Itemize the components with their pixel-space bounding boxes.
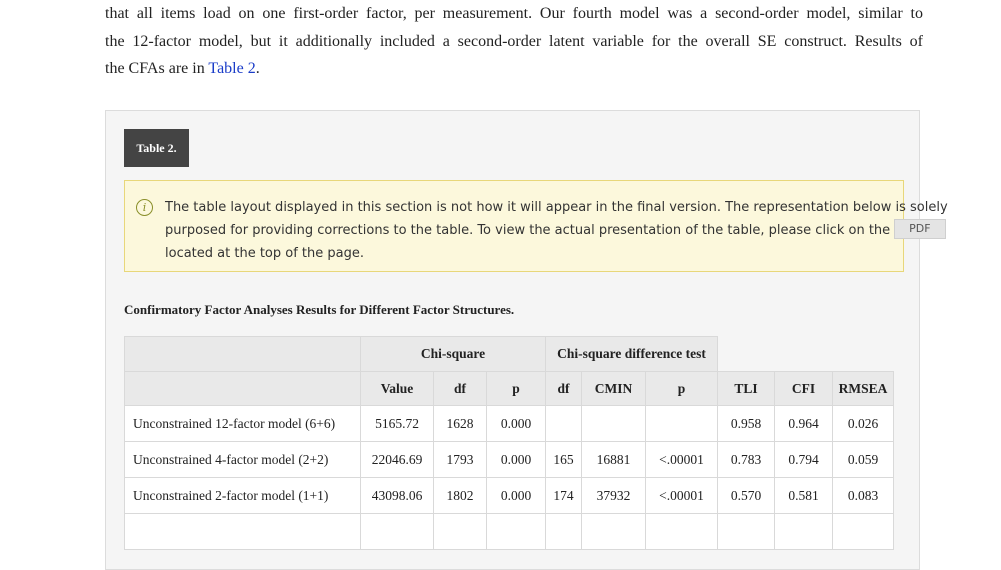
header-label-col xyxy=(124,371,361,406)
table-cell xyxy=(774,513,833,550)
info-icon: i xyxy=(136,199,153,216)
table-row: Unconstrained 4-factor model (2+2) 22046… xyxy=(124,441,894,478)
table-row: Unconstrained 2-factor model (1+1) 43098… xyxy=(124,477,894,514)
header-corner xyxy=(124,336,361,372)
table-cell xyxy=(360,513,434,550)
table-cell: 1802 xyxy=(433,477,487,514)
table-cell: 0.000 xyxy=(486,477,546,514)
table-cell xyxy=(433,513,487,550)
table-cell: 0.964 xyxy=(774,405,833,442)
table-cell xyxy=(486,513,546,550)
table-cell: 0.581 xyxy=(774,477,833,514)
table-cell: 0.794 xyxy=(774,441,833,478)
table-cell: 5165.72 xyxy=(360,405,434,442)
row-label: Unconstrained 12-factor model (6+6) xyxy=(124,405,361,442)
table-cell: 0.000 xyxy=(486,441,546,478)
table-cell: 0.083 xyxy=(832,477,894,514)
col-header: TLI xyxy=(717,371,775,406)
table-cell xyxy=(545,405,582,442)
table-cell: 0.059 xyxy=(832,441,894,478)
row-label: Unconstrained 4-factor model (2+2) xyxy=(124,441,361,478)
row-label: Unconstrained 2-factor model (1+1) xyxy=(124,477,361,514)
body-line: that all items load on one first-order f… xyxy=(105,5,923,22)
body-paragraph: that all items load on one first-order f… xyxy=(105,0,923,83)
body-text-fragment: the CFAs are in xyxy=(105,60,209,77)
table-cell: 165 xyxy=(545,441,582,478)
table-cell: 1793 xyxy=(433,441,487,478)
table-cell: 1628 xyxy=(433,405,487,442)
table-cell: <.00001 xyxy=(645,477,718,514)
col-header: df xyxy=(433,371,487,406)
notice-line: The table layout displayed in this secti… xyxy=(165,200,948,215)
table-cell xyxy=(581,513,646,550)
col-header: CFI xyxy=(774,371,833,406)
body-line: the 12-factor model, but it additionally… xyxy=(105,32,923,50)
table-cell: 43098.06 xyxy=(360,477,434,514)
table-badge: Table 2. xyxy=(124,129,189,167)
correction-notice: i The table layout displayed in this sec… xyxy=(124,180,948,272)
table-cell xyxy=(645,513,718,550)
table-cell xyxy=(645,405,718,442)
table-cell: 0.958 xyxy=(717,405,775,442)
notice-line: purposed for providing corrections to th… xyxy=(165,218,946,242)
table-cell xyxy=(545,513,582,550)
col-header: RMSEA xyxy=(832,371,894,406)
header-blank xyxy=(717,336,894,372)
table-cell xyxy=(581,405,646,442)
table-panel: Table 2. i The table layout displayed in… xyxy=(105,110,948,570)
table-cell: 0.570 xyxy=(717,477,775,514)
table-row xyxy=(124,513,894,550)
body-text-fragment: . xyxy=(255,60,260,77)
table-cell: 174 xyxy=(545,477,582,514)
col-header: df xyxy=(545,371,582,406)
table-cell xyxy=(717,513,775,550)
table-cell: 22046.69 xyxy=(360,441,434,478)
notice-line-text: purposed for providing corrections to th… xyxy=(165,223,891,238)
table-caption: Confirmatory Factor Analyses Results for… xyxy=(124,302,515,317)
table-cell: 0.026 xyxy=(832,405,894,442)
pdf-button[interactable]: PDF xyxy=(894,218,946,239)
col-header: p xyxy=(645,371,718,406)
col-header: p xyxy=(486,371,546,406)
notice-text: The table layout displayed in this secti… xyxy=(165,196,948,265)
col-header: CMIN xyxy=(581,371,646,406)
notice-line: located at the top of the page. xyxy=(165,246,364,261)
table-cell: 16881 xyxy=(581,441,646,478)
table-cell: 37932 xyxy=(581,477,646,514)
table-2-link[interactable]: Table 2 xyxy=(208,60,255,77)
table-row: Unconstrained 12-factor model (6+6) 5165… xyxy=(124,405,894,442)
table-cell: 0.783 xyxy=(717,441,775,478)
cfa-results-table: Chi-square Chi-square difference test Va… xyxy=(124,336,894,550)
header-chi-square: Chi-square xyxy=(360,336,546,372)
row-label xyxy=(124,513,361,550)
body-line: the CFAs are in Table 2. xyxy=(105,55,923,83)
header-chi-square-diff: Chi-square difference test xyxy=(545,336,718,372)
table-cell: <.00001 xyxy=(645,441,718,478)
table-cell xyxy=(832,513,894,550)
col-header: Value xyxy=(360,371,434,406)
table-cell: 0.000 xyxy=(486,405,546,442)
